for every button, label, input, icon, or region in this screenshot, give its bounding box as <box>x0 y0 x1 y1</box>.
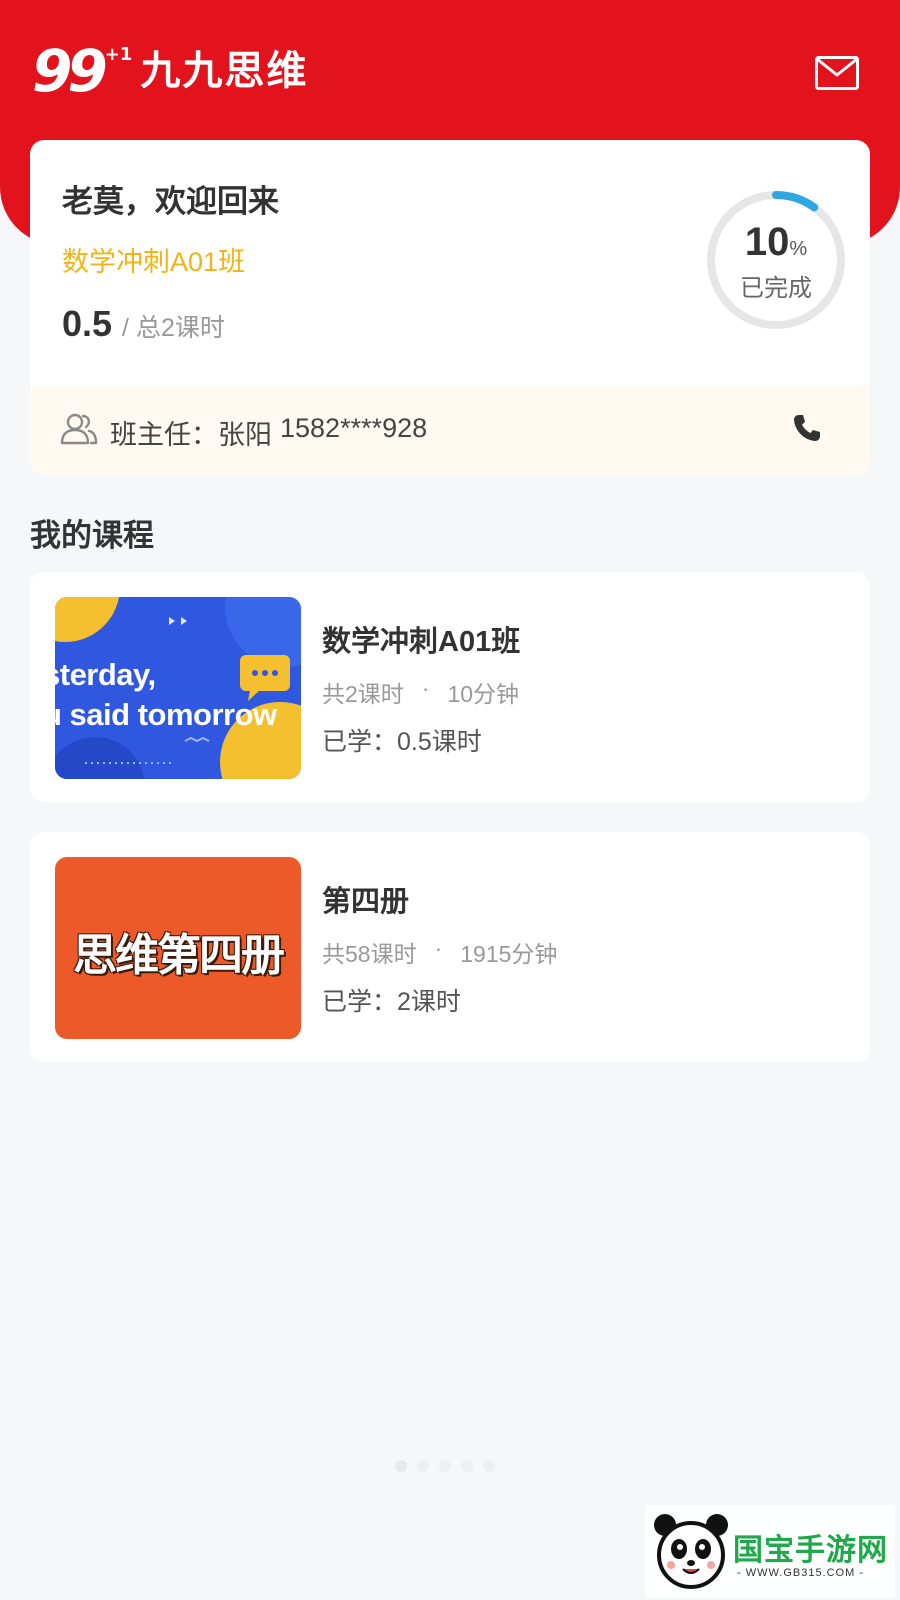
hours-summary: 0.5 / 总2课时 <box>62 303 225 345</box>
teacher-label: 班主任：张阳 <box>110 420 272 450</box>
page-dot <box>439 1460 451 1472</box>
watermark-url: - WWW.GB315.COM - <box>737 1567 864 1579</box>
course-thumbnail: sterday, u said tomorrow <box>55 597 301 779</box>
teacher-info: 班主任：张阳 1582****928 <box>110 413 427 452</box>
page-dot <box>461 1460 473 1472</box>
logo-text: 九九思维 <box>140 47 309 94</box>
course-duration: 1915分钟 <box>460 941 558 967</box>
progress-value: 10 <box>744 220 790 264</box>
page-dot <box>483 1460 495 1472</box>
course-thumbnail: 思维第四册 <box>55 857 301 1039</box>
hours-done: 0.5 <box>62 303 113 344</box>
my-courses-title: 我的课程 <box>30 518 154 553</box>
progress-label: 已完成 <box>740 275 812 302</box>
meta-separator: · <box>421 675 430 701</box>
progress-readout: 10% 已完成 <box>704 220 848 303</box>
phone-icon[interactable] <box>792 413 822 443</box>
page-dot <box>395 1460 407 1472</box>
teacher-bar: 班主任：张阳 1582****928 <box>30 385 870 475</box>
current-class-name[interactable]: 数学冲刺A01班 <box>62 240 245 279</box>
mail-icon[interactable] <box>815 56 859 90</box>
welcome-card: 老莫，欢迎回来 数学冲刺A01班 0.5 / 总2课时 10% 已完成 班主任：… <box>30 140 870 475</box>
course-card[interactable]: sterday, u said tomorrow 数学冲刺A01班 共2课时 ·… <box>30 572 870 802</box>
hours-total: / 总2课时 <box>122 314 225 342</box>
course-duration: 10分钟 <box>447 681 520 707</box>
course-title: 数学冲刺A01班 <box>322 626 521 658</box>
page-dot <box>417 1460 429 1472</box>
watermark-text: 国宝手游网 <box>733 1534 888 1567</box>
course-progress: 已学：0.5课时 <box>322 728 482 756</box>
thumbnail-line-2: u said tomorrow <box>55 697 277 732</box>
users-icon <box>60 413 98 445</box>
course-progress: 已学：2课时 <box>322 988 461 1016</box>
app-logo: 99 +1 九九思维 <box>32 42 308 100</box>
course-meta: 共2课时 · 10分钟 <box>322 675 519 709</box>
logo-number: 99 <box>32 37 108 105</box>
course-lessons: 共2课时 <box>322 681 404 707</box>
greeting-text: 老莫，欢迎回来 <box>62 184 279 219</box>
site-watermark: 国宝手游网 - WWW.GB315.COM - <box>645 1505 895 1597</box>
teacher-phone: 1582****928 <box>280 413 428 443</box>
progress-unit: % <box>789 238 808 260</box>
course-title: 第四册 <box>322 886 410 918</box>
panda-logo-icon <box>654 1514 728 1589</box>
course-card[interactable]: 思维第四册 第四册 共58课时 · 1915分钟 已学：2课时 <box>30 832 870 1062</box>
meta-separator: · <box>434 935 443 961</box>
course-lessons: 共58课时 <box>322 941 417 967</box>
course-meta: 共58课时 · 1915分钟 <box>322 935 557 969</box>
page-indicator <box>395 1460 495 1472</box>
thumbnail-line-1: sterday, <box>55 657 156 692</box>
thumbnail-title: 思维第四册 <box>73 930 285 981</box>
logo-plus: +1 <box>104 44 133 65</box>
